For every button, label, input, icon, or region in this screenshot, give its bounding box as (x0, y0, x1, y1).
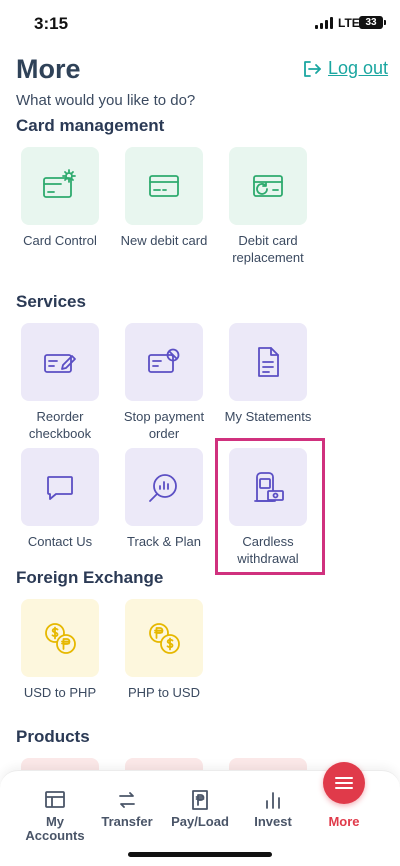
tile-icon-box (125, 147, 203, 225)
bar-chart-icon (266, 792, 280, 809)
nav-more[interactable] (323, 762, 365, 804)
section-title-card-management: Card management (16, 116, 165, 135)
nav-label: My Accounts (25, 814, 85, 843)
tile-icon-box (21, 147, 99, 225)
nav-my-accounts[interactable]: My Accounts (17, 789, 93, 843)
card-refresh-icon (253, 175, 283, 197)
logout-icon (304, 60, 321, 77)
tile-icon-box (21, 323, 99, 401)
credit-card-icon (149, 175, 179, 197)
tile-label: My Statements (224, 409, 312, 424)
tile-label: Debit card replacement (232, 233, 304, 265)
tile-card-control[interactable]: Card Control (8, 147, 112, 249)
card-gear-icon (43, 169, 76, 198)
tile-icon-box (229, 323, 307, 401)
nav-transfer[interactable]: Transfer (89, 789, 165, 829)
tile-icon-box (125, 599, 203, 677)
tile-label: Track & Plan (127, 534, 201, 549)
network-label: LTE (338, 16, 360, 30)
tile-label: USD to PHP (23, 685, 97, 700)
tile-icon-box (125, 448, 203, 526)
nav-label: Transfer (101, 814, 153, 829)
chart-magnifier-icon (149, 474, 177, 502)
tile-php-to-usd[interactable]: PHP to USD (112, 599, 216, 701)
tile-stop-payment-order[interactable]: Stop payment order (112, 323, 216, 442)
nav-more-label: More (328, 814, 360, 829)
tile-contact-us[interactable]: Contact Us (8, 448, 112, 550)
section-title-products: Products (16, 727, 90, 746)
home-indicator (128, 852, 272, 857)
tile-label: PHP to USD (127, 685, 200, 700)
transfer-arrows-icon (119, 792, 135, 808)
status-bar: 3:15 LTE 33 (0, 0, 400, 46)
tile-reorder-checkbook[interactable]: Reorder checkbook (8, 323, 112, 442)
tile-label: New debit card (120, 233, 208, 248)
tile-icon-box (21, 448, 99, 526)
stop-payment-icon (148, 348, 180, 373)
nav-invest[interactable]: Invest (235, 789, 311, 829)
peso-bill-icon (192, 790, 208, 810)
page-title: More (16, 54, 81, 84)
signal-icon (315, 17, 335, 29)
tile-icon-box (125, 323, 203, 401)
menu-icon (335, 777, 353, 789)
tile-debit-card-replacement[interactable]: Debit card replacement (216, 147, 320, 266)
document-icon (258, 347, 279, 377)
tile-label: Contact Us (27, 534, 93, 549)
checkbook-pen-icon (44, 354, 76, 373)
section-title-services: Services (16, 292, 86, 311)
usd-php-coins-icon (45, 623, 76, 654)
highlight-box (215, 438, 325, 575)
tile-icon-box (21, 599, 99, 677)
chat-bubble-icon (47, 476, 73, 500)
tile-label: Stop payment order (123, 409, 205, 441)
section-title-foreign-exchange: Foreign Exchange (16, 568, 164, 587)
tile-label: Card Control (23, 233, 97, 248)
php-usd-coins-icon (149, 623, 180, 654)
status-time: 3:15 (34, 14, 69, 33)
accounts-icon (45, 791, 65, 808)
tile-label: Reorder checkbook (28, 409, 92, 441)
tile-new-debit-card[interactable]: New debit card (112, 147, 216, 249)
battery-icon: 33 (359, 16, 386, 29)
tile-icon-box (229, 147, 307, 225)
tile-usd-to-php[interactable]: USD to PHP (8, 599, 112, 701)
page-subtitle: What would you like to do? (16, 92, 196, 109)
nav-label: Invest (254, 814, 292, 829)
logout-label: Log out (328, 58, 389, 78)
logout-button[interactable]: Log out (302, 58, 388, 79)
tile-track-and-plan[interactable]: Track & Plan (112, 448, 216, 550)
nav-label: Pay/Load (171, 814, 229, 829)
nav-pay-load[interactable]: Pay/Load (162, 789, 238, 829)
tile-my-statements[interactable]: My Statements (216, 323, 320, 425)
